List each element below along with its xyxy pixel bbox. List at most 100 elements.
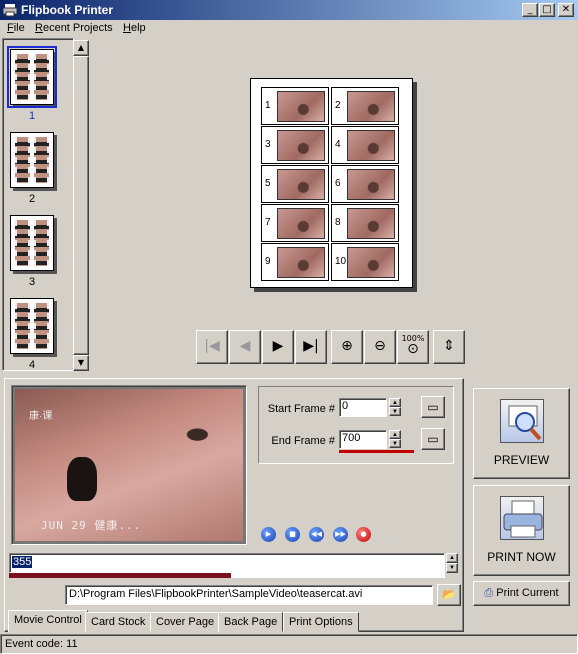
small-printer-icon: ⎙ — [484, 586, 494, 599]
play-button[interactable]: ▶ — [261, 527, 276, 542]
sheet-cell: 3 — [261, 126, 329, 164]
previous-page-button[interactable]: ◀ — [229, 330, 261, 364]
tab-cover-page[interactable]: Cover Page — [150, 612, 221, 632]
video-viewer: 康·课 JUN 29 健康... — [11, 385, 247, 545]
scroll-down-button[interactable]: ▼ — [73, 355, 89, 371]
first-page-icon: |◀ — [204, 338, 220, 354]
stop-button[interactable]: ■ — [285, 527, 300, 542]
print-preview-area: 1 2 3 4 5 6 7 8 9 10 |◀ ◀ ▶ ▶| ⊕ ⊖ 100% ⊙… — [90, 38, 576, 371]
tab-card-stock[interactable]: Card Stock — [85, 612, 152, 632]
frame-image — [347, 91, 395, 122]
monitor-icon: ▭ — [427, 400, 439, 414]
close-button[interactable]: ✕ — [558, 3, 574, 17]
maximize-icon: □ — [542, 4, 552, 15]
zoom-out-button[interactable]: ⊖ — [364, 330, 396, 364]
spin-up-icon[interactable]: ▲ — [389, 430, 401, 439]
end-frame-underline — [339, 450, 414, 453]
menu-recent-projects[interactable]: Recent Projects — [35, 22, 113, 34]
fit-page-button[interactable]: ⇕ — [433, 330, 465, 364]
page-thumbnail[interactable]: 1 — [7, 46, 57, 122]
movie-control-panel: 康·课 JUN 29 健康... Start Frame # 0 ▲ ▼ ▭ E… — [4, 378, 464, 632]
record-icon: ● — [360, 530, 367, 538]
frame-image — [277, 130, 325, 161]
rewind-button[interactable]: ◀◀ — [309, 527, 324, 542]
browse-file-button[interactable]: 📂 — [437, 584, 461, 606]
forward-icon: ▶▶ — [335, 530, 346, 538]
page-thumbnail[interactable]: 3 — [10, 215, 54, 288]
start-frame-label: Start Frame # — [267, 403, 335, 415]
maximize-button[interactable]: □ — [539, 3, 555, 17]
triangle-down-icon: ▼ — [77, 358, 85, 367]
spin-down-icon[interactable]: ▼ — [446, 563, 458, 573]
page-thumbnail-image — [10, 132, 54, 188]
start-frame-input[interactable]: 0 — [339, 398, 387, 417]
zoom-in-icon: ⊕ — [341, 338, 353, 354]
video-file-path[interactable]: D:\Program Files\FlipbookPrinter\SampleV… — [65, 585, 433, 605]
prev-page-icon: ◀ — [239, 338, 251, 354]
spin-down-icon[interactable]: ▼ — [389, 407, 401, 416]
minimize-button[interactable]: _ — [522, 3, 538, 17]
folder-open-icon: 📂 — [442, 588, 456, 601]
minimize-icon: _ — [527, 4, 533, 15]
tab-print-options[interactable]: Print Options — [283, 612, 359, 632]
spin-up-icon[interactable]: ▲ — [389, 398, 401, 407]
printer-icon — [499, 496, 544, 540]
video-frame-image: 康·课 JUN 29 健康... — [15, 389, 243, 541]
print-current-button[interactable]: ⎙ Print Current — [473, 581, 570, 606]
menu-bar: File Recent Projects Help — [0, 20, 578, 38]
end-frame-input[interactable]: 700 — [339, 430, 387, 449]
zoom-in-button[interactable]: ⊕ — [331, 330, 363, 364]
first-page-button[interactable]: |◀ — [196, 330, 228, 364]
rewind-icon: ◀◀ — [311, 530, 322, 538]
page-thumbnail[interactable]: 2 — [10, 132, 54, 205]
zoom-100-icon: 100% ⊙ — [401, 334, 425, 357]
play-icon: ▶ — [265, 530, 272, 538]
set-start-frame-button[interactable]: ▭ — [421, 396, 445, 418]
sheet-cell: 5 — [261, 165, 329, 203]
next-page-icon: ▶ — [272, 338, 284, 354]
tab-movie-control[interactable]: Movie Control — [8, 610, 88, 632]
video-progress-bar[interactable] — [9, 573, 445, 578]
start-frame-spinner[interactable]: ▲ ▼ — [389, 398, 401, 417]
preview-button[interactable]: PREVIEW — [473, 388, 570, 479]
menu-file[interactable]: File — [7, 22, 25, 34]
spin-up-icon[interactable]: ▲ — [446, 553, 458, 563]
page-number: 3 — [28, 276, 36, 288]
current-frame-value: 355 — [12, 556, 33, 568]
stop-icon: ■ — [289, 530, 296, 538]
frame-image — [347, 247, 395, 278]
frame-image — [347, 169, 395, 200]
current-frame-spinner[interactable]: ▲ ▼ — [446, 553, 458, 573]
spin-down-icon[interactable]: ▼ — [389, 439, 401, 448]
sheet-cell: 2 — [331, 87, 399, 125]
status-bar: Event code: 11 — [0, 634, 578, 654]
tab-back-page[interactable]: Back Page — [218, 612, 284, 632]
frame-image — [347, 208, 395, 239]
scroll-thumb[interactable] — [73, 56, 89, 355]
end-frame-label: End Frame # — [271, 435, 335, 447]
set-end-frame-button[interactable]: ▭ — [421, 428, 445, 450]
page-thumbnail[interactable]: 4 — [10, 298, 54, 371]
sheet-cell: 4 — [331, 126, 399, 164]
zoom-100-button[interactable]: 100% ⊙ — [397, 330, 429, 364]
page-number: 2 — [28, 193, 36, 205]
zoom-out-icon: ⊖ — [374, 338, 386, 354]
end-frame-spinner[interactable]: ▲ ▼ — [389, 430, 401, 449]
current-frame-field[interactable]: 355 — [9, 553, 445, 573]
sheet-cell: 1 — [261, 87, 329, 125]
forward-button[interactable]: ▶▶ — [333, 527, 348, 542]
record-button[interactable]: ● — [356, 527, 371, 542]
monitor-icon: ▭ — [427, 432, 439, 446]
last-page-icon: ▶| — [303, 338, 319, 354]
close-icon: ✕ — [561, 4, 571, 15]
sheet-cell: 7 — [261, 204, 329, 242]
scroll-up-button[interactable]: ▲ — [73, 40, 89, 56]
print-now-button[interactable]: PRINT NOW — [473, 485, 570, 576]
page-number: 4 — [28, 359, 36, 371]
next-page-button[interactable]: ▶ — [262, 330, 294, 364]
last-page-button[interactable]: ▶| — [295, 330, 327, 364]
menu-help[interactable]: Help — [123, 22, 146, 34]
page-thumbnail-image — [10, 215, 54, 271]
frame-range-group: Start Frame # 0 ▲ ▼ ▭ End Frame # 700 ▲ … — [258, 386, 454, 464]
page-list-scrollbar[interactable]: ▲ ▼ — [73, 40, 89, 371]
